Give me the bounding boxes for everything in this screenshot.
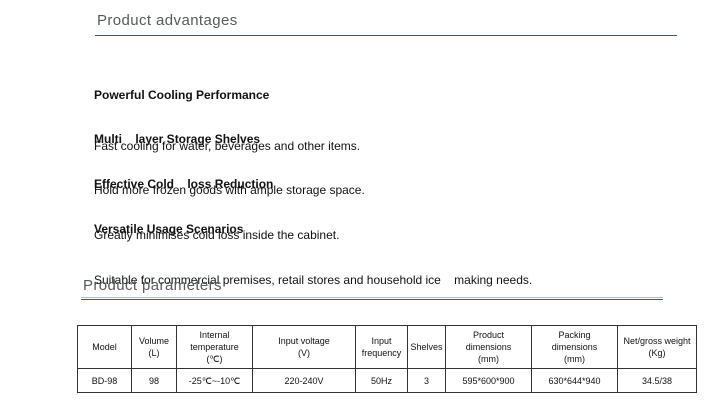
advantages-title-rule: [95, 35, 677, 36]
table-cell: 3: [407, 368, 446, 393]
table-header-cell: Packing dimensions (mm): [531, 325, 618, 369]
table-header-cell: Net/gross weight (Kg): [617, 325, 697, 369]
table-cell: 595*600*900: [445, 368, 532, 393]
parameters-title-rule: [81, 299, 663, 300]
advantages-section-title: Product advantages: [97, 12, 238, 29]
table-cell: -25℃~-10℃: [176, 368, 253, 393]
table-header-cell: Model: [77, 325, 132, 369]
table-cell: 50Hz: [355, 368, 408, 393]
table-header-cell: Input voltage (V): [252, 325, 356, 369]
table-header-cell: Input frequency: [355, 325, 408, 369]
table-cell: 34.5/38: [617, 368, 697, 393]
table-cell: 220-240V: [252, 368, 356, 393]
table-header-cell: Product dimensions (mm): [445, 325, 532, 369]
parameters-title-rule-gray: [81, 297, 663, 298]
table-cell: 98: [131, 368, 177, 393]
table-header-cell: Volume (L): [131, 325, 177, 369]
table-cell: 630*644*940: [531, 368, 618, 393]
table-header-cell: Shelves: [407, 325, 446, 369]
parameters-section-title: Product parameters: [83, 277, 222, 294]
advantage-title: Versatile Usage Scenarios: [94, 222, 244, 236]
parameters-table: Model Volume (L) Internal temperature (℃) I…: [77, 325, 697, 393]
table-cell: BD-98: [77, 368, 132, 393]
table-header-row: Model Volume (L) Internal temperature (℃) I…: [77, 325, 697, 369]
table-header-cell: Internal temperature (℃): [176, 325, 253, 369]
table-row: BD-98 98 -25℃~-10℃ 220-240V 50Hz 3 595*600*900…: [77, 368, 697, 393]
